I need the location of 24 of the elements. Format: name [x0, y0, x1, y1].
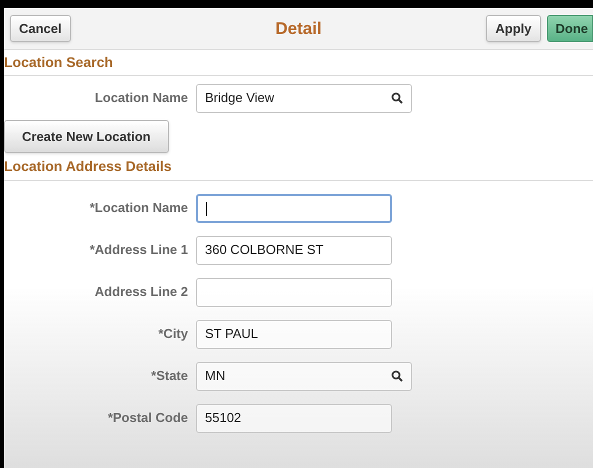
field-label: *City [157, 325, 189, 344]
search-icon[interactable] [391, 370, 403, 382]
page-title: Detail [274, 18, 323, 40]
create-location-button[interactable]: Create New Location [4, 120, 169, 153]
search-icon[interactable] [391, 92, 403, 104]
lookup-field[interactable]: Bridge View [196, 84, 412, 112]
field-label: Location Name [94, 89, 189, 108]
input-field[interactable]: 360 COLBORNE ST [196, 236, 392, 264]
apply-button[interactable]: Apply [486, 15, 540, 42]
input-field[interactable] [196, 278, 392, 306]
field-label: *Location Name [88, 199, 189, 218]
lookup-field[interactable]: MN [196, 362, 412, 390]
cancel-button[interactable]: Cancel [10, 15, 71, 42]
field-label: Address Line 2 [94, 283, 189, 302]
input-field[interactable] [196, 194, 392, 222]
field-label: *Postal Code [106, 409, 189, 428]
field-label: *State [150, 367, 189, 386]
input-field[interactable]: 55102 [196, 404, 392, 432]
done-button[interactable]: Done [546, 15, 593, 42]
input-field[interactable]: ST PAUL [196, 320, 392, 348]
section-heading: Location Address Details [4, 157, 172, 176]
section-heading: Location Search [4, 53, 113, 72]
field-label: *Address Line 1 [88, 241, 189, 260]
text-cursor [206, 202, 207, 216]
